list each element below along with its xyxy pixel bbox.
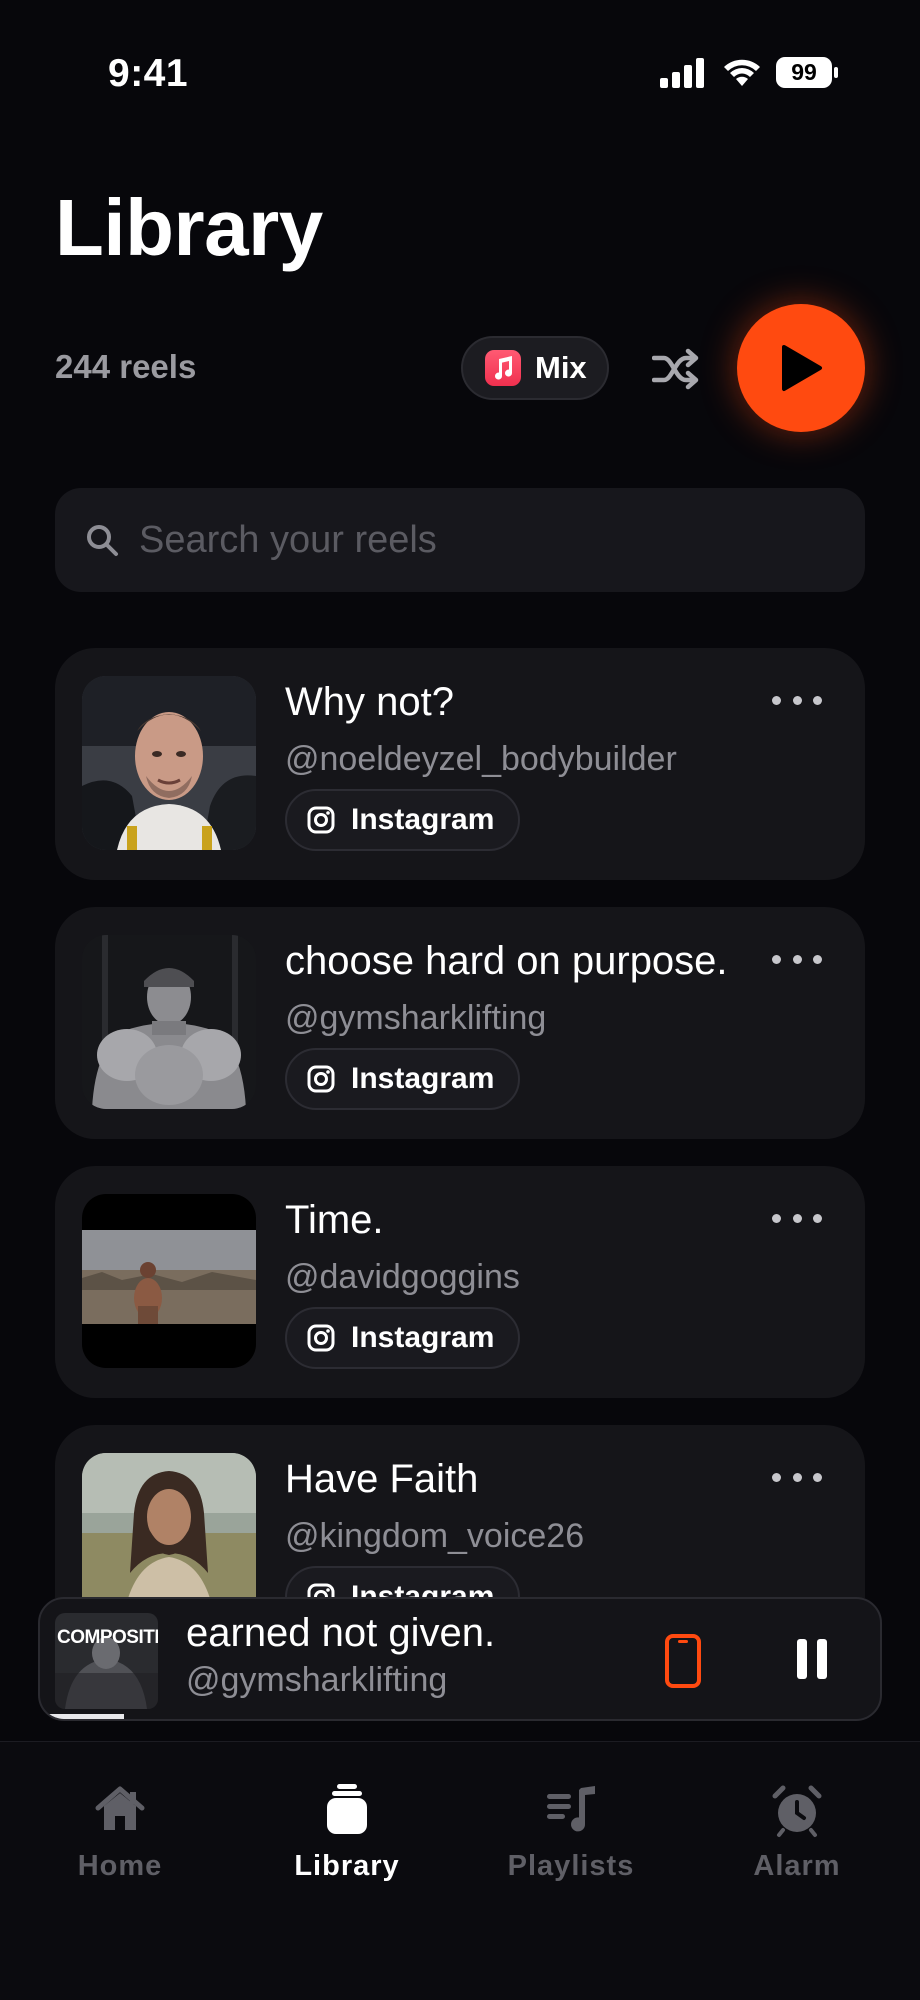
pause-icon[interactable]	[795, 1637, 829, 1681]
now-playing-thumbnail: COMPOSITIO	[55, 1613, 158, 1709]
now-playing-title: earned not given.	[186, 1611, 496, 1655]
home-icon	[95, 1786, 145, 1830]
playback-progress-fill	[40, 1714, 124, 1719]
more-options-icon[interactable]	[772, 1467, 822, 1487]
tab-library[interactable]: Library	[247, 1782, 447, 1883]
source-label: Instagram	[351, 803, 495, 836]
reel-list: Why not? @noeldeyzel_bodybuilder Instagr…	[0, 0, 920, 1598]
reel-title: Why not?	[285, 680, 454, 724]
reel-title: choose hard on purpose.	[285, 939, 728, 983]
playback-progress[interactable]	[40, 1714, 880, 1719]
now-playing-handle: @gymsharklifting	[186, 1661, 448, 1699]
alarm-icon	[772, 1785, 822, 1837]
playlists-icon	[547, 1786, 595, 1832]
reel-title: Have Faith	[285, 1457, 479, 1501]
reel-handle: @kingdom_voice26	[285, 1517, 585, 1555]
reel-card[interactable]: Why not? @noeldeyzel_bodybuilder Instagr…	[55, 648, 865, 880]
reel-title: Time.	[285, 1198, 384, 1242]
source-badge[interactable]: Instagram	[285, 1307, 521, 1369]
reel-thumbnail	[82, 935, 256, 1109]
reel-handle: @davidgoggins	[285, 1258, 520, 1296]
reel-thumbnail	[82, 676, 256, 850]
tab-label: Playlists	[507, 1850, 635, 1882]
reel-thumbnail	[82, 1194, 256, 1368]
device-phone-icon[interactable]	[664, 1633, 702, 1689]
reel-handle: @gymsharklifting	[285, 999, 547, 1037]
tab-playlists[interactable]: Playlists	[471, 1782, 671, 1883]
more-options-icon[interactable]	[772, 1208, 822, 1228]
reel-card[interactable]: choose hard on purpose. @gymsharklifting…	[55, 907, 865, 1139]
source-label: Instagram	[351, 1062, 495, 1095]
thumbnail-caption: COMPOSITIO	[57, 1627, 158, 1648]
reel-card[interactable]: Have Faith @kingdom_voice26 Instagram	[55, 1425, 865, 1598]
source-badge[interactable]: Instagram	[285, 789, 521, 851]
tab-alarm[interactable]: Alarm	[697, 1782, 897, 1883]
source-label: Instagram	[351, 1321, 495, 1354]
more-options-icon[interactable]	[772, 949, 822, 969]
reel-handle: @noeldeyzel_bodybuilder	[285, 740, 677, 778]
instagram-icon	[307, 1065, 335, 1093]
instagram-icon	[307, 1324, 335, 1352]
source-label: Instagram	[351, 1580, 495, 1598]
tab-label: Alarm	[753, 1850, 841, 1882]
instagram-icon	[307, 806, 335, 834]
tab-home[interactable]: Home	[20, 1782, 220, 1883]
instagram-icon	[307, 1583, 335, 1598]
reel-thumbnail	[82, 1453, 256, 1598]
library-icon	[327, 1784, 367, 1834]
tab-bar: Home Library Playlists Alarm	[0, 1741, 920, 2000]
tab-label: Home	[77, 1850, 163, 1882]
more-options-icon[interactable]	[772, 690, 822, 710]
reel-card[interactable]: Time. @davidgoggins Instagram	[55, 1166, 865, 1398]
tab-label: Library	[294, 1850, 400, 1882]
mini-player[interactable]: COMPOSITIO earned not given. @gymsharkli…	[38, 1597, 882, 1721]
source-badge[interactable]: Instagram	[285, 1048, 521, 1110]
source-badge[interactable]: Instagram	[285, 1566, 521, 1598]
